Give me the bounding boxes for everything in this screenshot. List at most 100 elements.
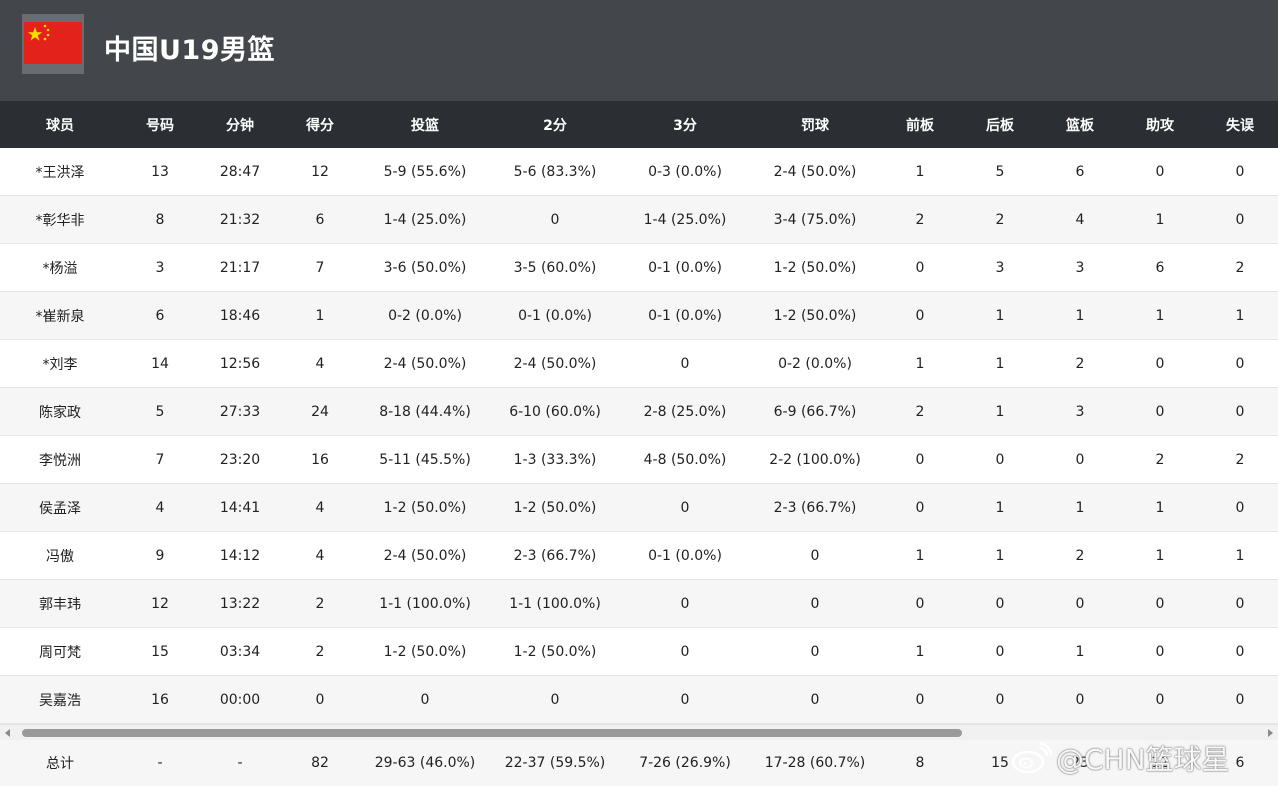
cell-number: 13 xyxy=(151,163,169,180)
cell-fg: 8-18 (44.4%) xyxy=(379,403,471,420)
scrollbar-thumb[interactable] xyxy=(22,729,962,737)
cell-fg: 1-2 (50.0%) xyxy=(383,499,467,516)
table-row: 陈家政 5 27:33 24 8-18 (44.4%) 6-10 (60.0%) 2-8 (… xyxy=(0,388,1278,436)
table-row: 郭丰玮 12 13:22 2 1-1 (100.0%) 1-1 (100.0%) 0 0 0 0 0… xyxy=(0,580,1278,628)
table-row: *王洪泽 13 28:47 12 5-9 (55.6%) 5-6 (83.3%) 0-3 (… xyxy=(0,148,1278,196)
cell-reb: 3 xyxy=(1075,259,1085,276)
cell-tov: 1 xyxy=(1235,547,1245,564)
cell-fg: 2-4 (50.0%) xyxy=(383,547,467,564)
watermark-text: @CHN篮球星 xyxy=(1056,743,1230,776)
column-header-off-reb: 前板 xyxy=(906,117,934,134)
scroll-left-arrow-icon[interactable] xyxy=(5,729,10,737)
cell-def-reb: 1 xyxy=(995,499,1005,516)
cell-points: 24 xyxy=(311,403,329,420)
cell-three-pt: 0-1 (0.0%) xyxy=(648,307,722,324)
cell-points: 6 xyxy=(315,211,325,228)
scroll-right-arrow-icon[interactable] xyxy=(1268,729,1273,737)
cell-points: 12 xyxy=(311,163,329,180)
cell-minutes: 21:32 xyxy=(219,211,261,228)
cell-ast: 1 xyxy=(1155,547,1165,564)
cell-ft: 0-2 (0.0%) xyxy=(778,355,852,372)
weibo-logo-icon xyxy=(1011,742,1052,774)
cell-player: 周可梵 xyxy=(39,644,81,661)
cell-minutes: 13:22 xyxy=(219,595,261,612)
cell-off-reb: 1 xyxy=(915,547,925,564)
cell-two-pt: 1-1 (100.0%) xyxy=(509,595,601,612)
column-header-two-pt: 2分 xyxy=(543,117,567,134)
cell-reb: 4 xyxy=(1075,211,1085,228)
column-header-fg: 投篮 xyxy=(411,117,439,134)
cell-player: *刘李 xyxy=(42,356,78,373)
cell-def-reb: 2 xyxy=(995,211,1005,228)
total-cell-points: 82 xyxy=(311,755,329,771)
cell-number: 16 xyxy=(151,691,169,708)
cell-tov: 0 xyxy=(1235,211,1245,228)
cell-off-reb: 2 xyxy=(915,403,925,420)
cell-def-reb: 0 xyxy=(995,595,1005,612)
cell-ft: 6-9 (66.7%) xyxy=(773,403,857,420)
cell-three-pt: 0 xyxy=(680,355,690,372)
cell-ft: 0 xyxy=(810,691,820,708)
cell-player: 陈家政 xyxy=(39,404,81,421)
table-row: 冯傲 9 14:12 4 2-4 (50.0%) 2-3 (66.7%) 0-1 (0.0%… xyxy=(0,532,1278,580)
cell-two-pt: 3-5 (60.0%) xyxy=(513,259,597,276)
cell-ast: 6 xyxy=(1155,259,1165,276)
cell-three-pt: 2-8 (25.0%) xyxy=(643,403,727,420)
cell-tov: 0 xyxy=(1235,595,1245,612)
cell-def-reb: 3 xyxy=(995,259,1005,276)
cell-reb: 2 xyxy=(1075,355,1085,372)
cell-reb: 0 xyxy=(1075,451,1085,468)
table-row: *杨溢 3 21:17 7 3-6 (50.0%) 3-5 (60.0%) 0-1 (0.0… xyxy=(0,244,1278,292)
cell-fg: 1-2 (50.0%) xyxy=(383,643,467,660)
cell-fg: 5-11 (45.5%) xyxy=(379,451,471,468)
table-header: 球员 号码 分钟 得分 投篮 2分 3分 罚球 前板 后板 篮板 助攻 失误 xyxy=(0,101,1278,148)
cell-reb: 2 xyxy=(1075,547,1085,564)
table-row: *崔新泉 6 18:46 1 0-2 (0.0%) 0-1 (0.0%) 0-1 (0.0%… xyxy=(0,292,1278,340)
cell-number: 9 xyxy=(155,547,165,564)
cell-two-pt: 5-6 (83.3%) xyxy=(513,163,597,180)
cell-off-reb: 0 xyxy=(915,307,925,324)
column-header-def-reb: 后板 xyxy=(986,117,1014,134)
cell-def-reb: 0 xyxy=(995,691,1005,708)
cell-ast: 0 xyxy=(1155,691,1165,708)
cell-number: 7 xyxy=(155,451,165,468)
cell-def-reb: 0 xyxy=(995,643,1005,660)
table-row: *彰华非 8 21:32 6 1-4 (25.0%) 0 1-4 (25.0%) 3-4 (7… xyxy=(0,196,1278,244)
column-header-player: 球员 xyxy=(46,117,74,134)
table-row: 周可梵 15 03:34 2 1-2 (50.0%) 1-2 (50.0%) 0 0 1 0 1 0 0 xyxy=(0,628,1278,676)
cell-off-reb: 0 xyxy=(915,595,925,612)
cell-points: 4 xyxy=(315,499,325,516)
cell-ast: 0 xyxy=(1155,595,1165,612)
cell-number: 15 xyxy=(151,643,169,660)
cell-three-pt: 1-4 (25.0%) xyxy=(643,211,727,228)
cell-tov: 0 xyxy=(1235,499,1245,516)
cell-points: 2 xyxy=(315,643,325,660)
cell-ft: 0 xyxy=(810,643,820,660)
cell-player: 郭丰玮 xyxy=(39,596,81,613)
cell-two-pt: 1-3 (33.3%) xyxy=(513,451,597,468)
total-cell-player: 总计 xyxy=(46,756,74,772)
cell-player: *崔新泉 xyxy=(35,308,85,325)
cell-minutes: 18:46 xyxy=(219,307,261,324)
cell-three-pt: 4-8 (50.0%) xyxy=(643,451,727,468)
cell-minutes: 14:41 xyxy=(219,499,261,516)
cell-two-pt: 1-2 (50.0%) xyxy=(513,643,597,660)
cell-number: 6 xyxy=(155,307,165,324)
cell-two-pt: 6-10 (60.0%) xyxy=(509,403,601,420)
watermark: @CHN篮球星 xyxy=(1010,740,1230,776)
cell-tov: 0 xyxy=(1235,691,1245,708)
cell-three-pt: 0-1 (0.0%) xyxy=(648,259,722,276)
column-header-ft: 罚球 xyxy=(801,117,829,134)
cell-two-pt: 0 xyxy=(550,211,560,228)
cell-player: 冯傲 xyxy=(46,548,74,565)
cell-ast: 2 xyxy=(1155,451,1165,468)
cell-ft: 3-4 (75.0%) xyxy=(773,211,857,228)
cell-reb: 6 xyxy=(1075,163,1085,180)
cell-points: 4 xyxy=(315,355,325,372)
cell-player: *王洪泽 xyxy=(35,164,85,181)
cell-tov: 0 xyxy=(1235,403,1245,420)
table-row: *刘李 14 12:56 4 2-4 (50.0%) 2-4 (50.0%) 0 0-2 (0… xyxy=(0,340,1278,388)
cell-three-pt: 0 xyxy=(680,691,690,708)
cell-def-reb: 1 xyxy=(995,403,1005,420)
column-header-points: 得分 xyxy=(306,117,334,134)
